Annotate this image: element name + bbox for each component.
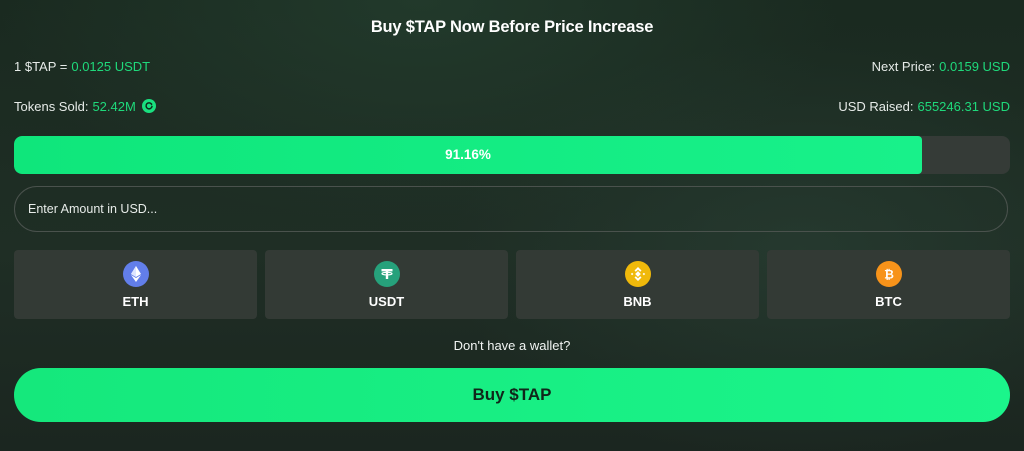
stats-row: Tokens Sold: 52.42M USD Raised: 655246.3…	[14, 97, 1010, 115]
sale-progress-bar: 91.16%	[14, 136, 1010, 174]
price-row: 1 $TAP = 0.0125 USDT Next Price: 0.0159 …	[14, 58, 1010, 74]
bitcoin-icon: ₿	[875, 261, 902, 287]
bnb-icon	[624, 261, 651, 287]
currency-usdt-label: USDT	[368, 294, 405, 309]
progress-label: 91.16%	[445, 147, 491, 162]
tokens-sold-label: Tokens Sold:	[14, 98, 89, 114]
currency-btc-button[interactable]: ₿ BTC	[767, 250, 1010, 319]
current-price-label: 1 $TAP =	[14, 58, 68, 74]
currency-bnb-button[interactable]: BNB	[516, 250, 759, 319]
page-title: Buy $TAP Now Before Price Increase	[370, 18, 654, 36]
currency-eth-label: ETH	[122, 294, 149, 309]
currency-usdt-button[interactable]: USDT	[265, 250, 508, 319]
tether-icon	[373, 261, 400, 287]
current-price: 1 $TAP = 0.0125 USDT	[14, 59, 150, 74]
svg-text:₿: ₿	[884, 268, 894, 282]
next-price-label: Next Price:	[871, 58, 936, 74]
buy-button[interactable]: Buy $TAP	[14, 368, 1010, 422]
ethereum-icon	[122, 261, 149, 287]
current-price-value: 0.0125 USDT	[71, 58, 151, 74]
tokens-sold-value: 52.42M	[92, 98, 136, 114]
currency-eth-button[interactable]: ETH	[14, 250, 257, 319]
amount-input[interactable]	[14, 186, 1008, 232]
no-wallet-link[interactable]: Don't have a wallet?	[0, 338, 1024, 353]
tokens-sold: Tokens Sold: 52.42M	[14, 99, 156, 114]
next-price: Next Price: 0.0159 USD	[872, 59, 1010, 74]
usd-raised: USD Raised: 655246.31 USD	[838, 99, 1010, 114]
currency-selector: ETH USDT BNB ₿ BTC	[14, 250, 1010, 319]
currency-bnb-label: BNB	[623, 294, 652, 309]
currency-btc-label: BTC	[875, 294, 902, 309]
next-price-value: 0.0159 USD	[939, 58, 1010, 74]
refresh-icon[interactable]	[141, 99, 156, 113]
usd-raised-label: USD Raised:	[838, 98, 914, 114]
usd-raised-value: 655246.31 USD	[917, 98, 1010, 114]
